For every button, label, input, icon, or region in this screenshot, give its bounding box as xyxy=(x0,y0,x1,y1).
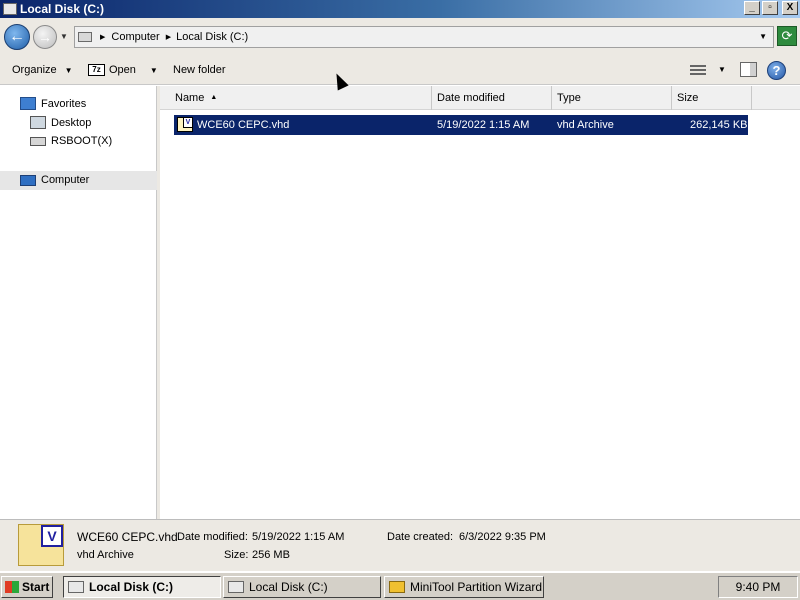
nav-item-computer[interactable]: Computer xyxy=(20,174,89,186)
taskbar: Start Local Disk (C:) Local Disk (C:) Mi… xyxy=(0,572,800,600)
refresh-button[interactable]: ⟳ xyxy=(777,26,797,46)
title-bar: Local Disk (C:) _ ▫ X xyxy=(0,0,800,18)
breadcrumb-computer[interactable]: Computer xyxy=(111,31,159,43)
vhd-file-icon xyxy=(177,117,193,132)
details-size: 256 MB xyxy=(252,549,290,561)
address-row: ← → ▼ ▶ Computer ▶ Local Disk (C:) ▼ ⟳ xyxy=(0,18,800,56)
window-title: Local Disk (C:) xyxy=(20,2,105,16)
chevron-down-icon[interactable]: ▼ xyxy=(718,65,726,74)
preview-pane-icon[interactable] xyxy=(740,62,757,77)
file-row[interactable]: WCE60 CEPC.vhd 5/19/2022 1:15 AM vhd Arc… xyxy=(174,115,748,135)
details-date-modified: 5/19/2022 1:15 AM xyxy=(252,531,345,543)
nav-item-desktop[interactable]: Desktop xyxy=(30,116,91,129)
column-headers: Name ▲ Date modified Type Size xyxy=(160,86,800,110)
chevron-down-icon: ▼ xyxy=(64,65,73,75)
drive-icon xyxy=(3,3,17,15)
nav-item-label: Favorites xyxy=(41,97,87,110)
organize-button[interactable]: Organize ▼ xyxy=(12,64,73,76)
chevron-right-icon[interactable]: ▶ xyxy=(100,33,105,41)
sevenzip-icon: 7z xyxy=(88,64,105,76)
chevron-right-icon[interactable]: ▶ xyxy=(166,33,171,41)
nav-item-label: RSBOOT(X) xyxy=(51,135,113,147)
column-header-label: Type xyxy=(557,92,581,104)
file-size: 262,145 KB xyxy=(690,119,748,131)
help-icon[interactable]: ? xyxy=(767,61,786,80)
details-size-label: Size: xyxy=(224,549,249,561)
maximize-button[interactable]: ▫ xyxy=(762,1,778,15)
vhd-badge: V xyxy=(41,525,63,547)
windows-logo-icon xyxy=(5,581,19,593)
organize-label: Organize xyxy=(12,64,57,76)
recent-pages-dropdown-icon[interactable]: ▼ xyxy=(60,32,68,41)
favorites-star-icon xyxy=(20,97,36,110)
address-bar[interactable]: ▶ Computer ▶ Local Disk (C:) ▼ xyxy=(74,26,774,48)
taskbar-button-label: MiniTool Partition Wizard ... xyxy=(410,580,544,594)
column-header-size[interactable]: Size xyxy=(672,86,752,110)
chevron-down-icon[interactable]: ▼ xyxy=(150,66,158,75)
command-bar: Organize ▼ 7z Open ▼ New folder ▼ ? xyxy=(0,56,800,85)
drive-icon xyxy=(228,581,244,593)
nav-item-rsboot[interactable]: RSBOOT(X) xyxy=(30,135,112,147)
taskbar-button-label: Local Disk (C:) xyxy=(89,580,174,594)
back-button[interactable]: ← xyxy=(4,24,30,50)
desktop-icon xyxy=(30,116,46,129)
column-header-label: Name xyxy=(175,92,205,104)
column-header-name[interactable]: Name ▲ xyxy=(170,86,432,110)
breadcrumb-local-disk[interactable]: Local Disk (C:) xyxy=(176,31,248,43)
column-header-type[interactable]: Type xyxy=(552,86,672,110)
details-pane: V WCE60 CEPC.vhd Date modified: 5/19/202… xyxy=(0,519,800,571)
file-type: vhd Archive xyxy=(557,119,614,131)
start-button[interactable]: Start xyxy=(1,576,53,598)
drive-icon xyxy=(68,581,84,593)
open-button[interactable]: 7z Open ▼ xyxy=(88,64,158,76)
views-icon[interactable] xyxy=(690,63,706,77)
details-type: vhd Archive xyxy=(77,549,134,561)
column-header-label: Size xyxy=(677,92,699,104)
start-label: Start xyxy=(22,580,50,594)
file-name: WCE60 CEPC.vhd xyxy=(197,119,290,131)
drive-icon xyxy=(78,32,92,42)
nav-item-label: Computer xyxy=(41,174,90,186)
details-date-created-label: Date created: xyxy=(387,531,454,543)
chevron-down-icon[interactable]: ▼ xyxy=(759,32,767,41)
minimize-button[interactable]: _ xyxy=(744,1,760,15)
minitool-icon xyxy=(389,581,405,593)
taskbar-button-local-disk-active[interactable]: Local Disk (C:) xyxy=(63,576,221,598)
window-controls: _ ▫ X xyxy=(744,1,798,15)
column-header-date-modified[interactable]: Date modified xyxy=(432,86,552,110)
new-folder-label: New folder xyxy=(173,64,226,76)
details-filename: WCE60 CEPC.vhd xyxy=(77,530,178,544)
sort-ascending-icon: ▲ xyxy=(210,94,218,101)
taskbar-button-local-disk[interactable]: Local Disk (C:) xyxy=(223,576,381,598)
taskbar-button-minitool[interactable]: MiniTool Partition Wizard ... xyxy=(384,576,544,598)
vhd-file-icon: V xyxy=(18,524,64,566)
drive-icon xyxy=(30,136,46,146)
nav-item-label: Desktop xyxy=(51,116,92,129)
new-folder-button[interactable]: New folder xyxy=(173,64,226,76)
computer-icon xyxy=(20,174,36,186)
details-date-created: 6/3/2022 9:35 PM xyxy=(459,531,546,543)
system-tray-clock[interactable]: 9:40 PM xyxy=(718,576,798,598)
file-list: Name ▲ Date modified Type Size WCE60 CEPC… xyxy=(160,86,800,519)
taskbar-button-label: Local Disk (C:) xyxy=(249,580,328,594)
forward-button[interactable]: → xyxy=(33,25,57,49)
file-date-modified: 5/19/2022 1:15 AM xyxy=(437,119,530,131)
navigation-pane: Favorites Desktop RSBOOT(X) Computer xyxy=(0,86,157,519)
column-header-label: Date modified xyxy=(437,92,505,104)
nav-item-favorites[interactable]: Favorites xyxy=(20,97,86,110)
details-date-modified-label: Date modified: xyxy=(177,531,248,543)
close-button[interactable]: X xyxy=(782,1,798,15)
open-label: Open xyxy=(109,64,136,76)
